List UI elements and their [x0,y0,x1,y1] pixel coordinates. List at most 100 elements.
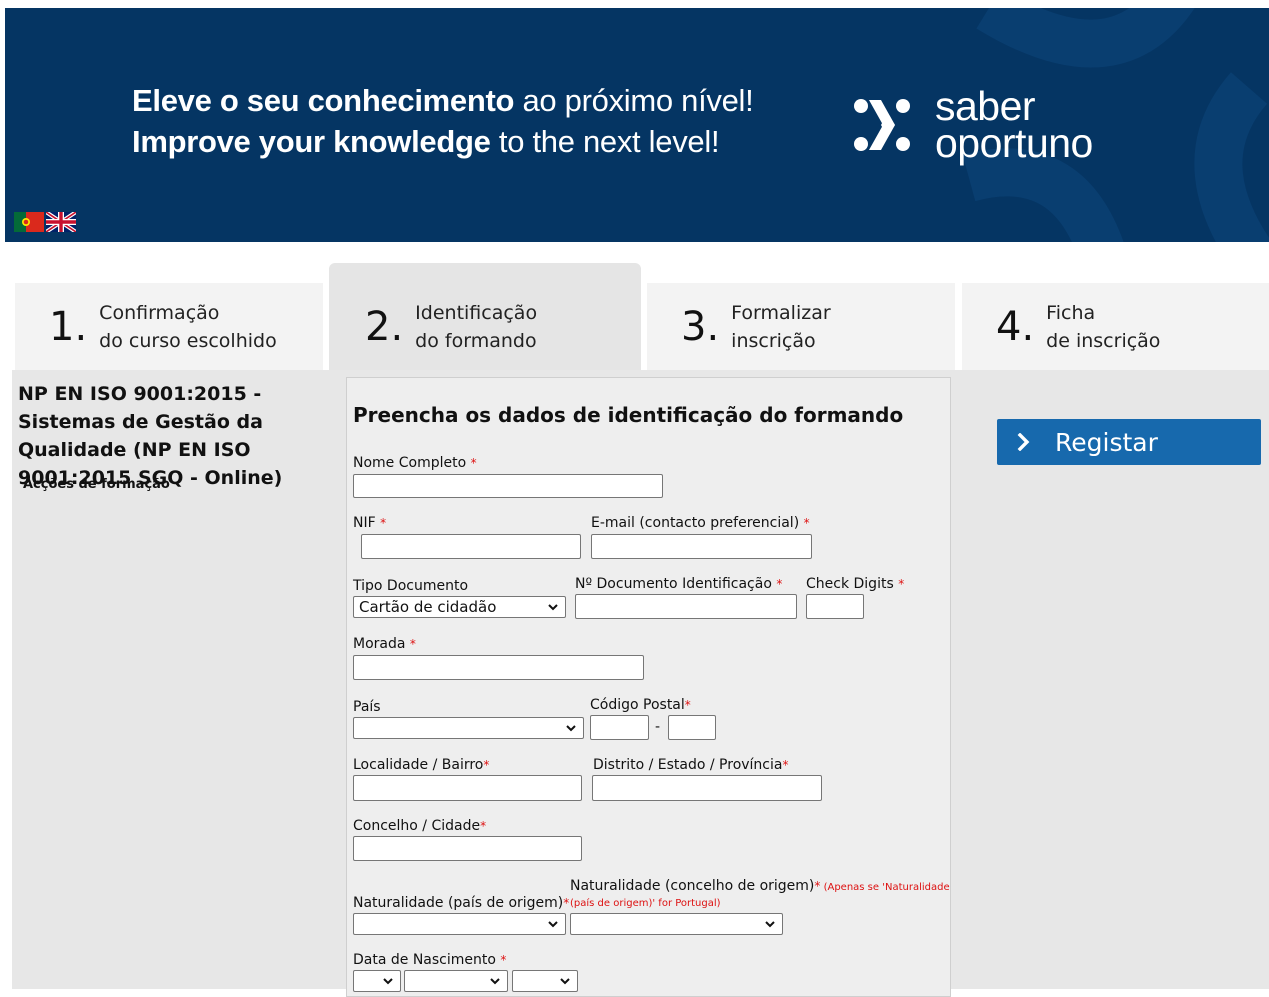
nome-label: Nome Completo * [353,455,477,471]
chevron-down-icon [548,921,558,928]
distrito-input[interactable] [592,775,822,801]
codigo-postal-part2-input[interactable] [668,715,716,740]
step-4-ficha[interactable]: 4. Ficha de inscrição [962,283,1269,370]
chevron-right-icon [1017,433,1030,451]
slogan-en-bold: Improve your knowledge [132,124,491,159]
data-nascimento-label-text: Data de Nascimento [353,952,496,968]
step-number: 4. [996,303,1035,350]
step-1-confirmacao[interactable]: 1. Confirmação do curso escolhido [15,283,323,370]
step-number: 2. [365,303,404,350]
concelho-input[interactable] [353,836,582,861]
registration-steps: 1. Confirmação do curso escolhido 2. Iden… [15,263,1269,370]
step-2-identificacao[interactable]: 2. Identificação do formando [329,263,641,370]
num-documento-label-text: Nº Documento Identificação [575,576,772,592]
logo-text-oportuno: oportuno [935,120,1093,166]
step-3-formalizar[interactable]: 3. Formalizar inscrição [647,283,955,370]
chevron-down-icon [566,725,576,732]
nif-label: NIF * [353,515,386,531]
concelho-label: Concelho / Cidade* [353,818,486,834]
step-label-line1: Confirmação [99,301,220,324]
email-input[interactable] [591,534,812,559]
registar-button-label: Registar [1055,427,1158,457]
required-mark: * [470,456,477,470]
pais-select[interactable] [353,717,584,739]
naturalidade-pais-select[interactable] [353,913,566,935]
num-documento-input[interactable] [575,594,797,619]
distrito-label-text: Distrito / Estado / Província [593,757,783,773]
header-banner: Eleve o seu conhecimento ao próximo níve… [5,8,1269,242]
codigo-postal-label: Código Postal* [590,697,691,713]
codigo-postal-separator: - [655,719,661,735]
pais-label: País [353,699,381,715]
naturalidade-note-line2: (país de origem)' for Portugal) [570,898,721,909]
nif-label-text: NIF [353,515,376,531]
tipo-documento-value: Cartão de cidadão [359,598,497,616]
required-mark: * [776,577,783,591]
concelho-label-text: Concelho / Cidade [353,818,481,834]
required-mark: * [803,516,810,530]
morada-input[interactable] [353,655,644,680]
naturalidade-concelho-label: Naturalidade (concelho de origem)* (Apen… [570,878,950,894]
step-label-line1: Formalizar [731,301,831,324]
check-digits-input[interactable] [806,594,864,619]
step-label-line2: do curso escolhido [99,329,277,352]
step-label-line2: do formando [415,329,537,352]
saber-oportuno-logo[interactable]: saber oportuno [851,86,1093,166]
codigo-postal-part1-input[interactable] [590,715,649,740]
chevron-down-icon [560,978,570,985]
step-number: 1. [49,303,88,350]
morada-label: Morada * [353,636,416,652]
slogan-en-rest: to the next level! [490,124,720,159]
codigo-postal-label-text: Código Postal [590,697,685,713]
email-label-text: E-mail (contacto preferencial) [591,515,800,531]
check-digits-label: Check Digits * [806,576,904,592]
nome-label-text: Nome Completo [353,455,467,471]
slogan-pt-rest: ao próximo nível! [514,83,754,118]
logo-mark-icon [854,99,910,151]
step-number: 3. [681,303,720,350]
language-switcher [14,212,76,232]
required-mark: * [483,758,490,772]
uk-flag-icon[interactable] [46,212,76,232]
portugal-flag-icon[interactable] [14,212,44,232]
morada-label-text: Morada [353,636,406,652]
chevron-down-icon [490,978,500,985]
check-digits-label-text: Check Digits [806,576,894,592]
chevron-down-icon [383,978,393,985]
required-mark: * [782,758,789,772]
step-label-line1: Ficha [1046,301,1096,324]
chevron-down-icon [548,604,558,611]
localidade-label-text: Localidade / Bairro [353,757,484,773]
localidade-label: Localidade / Bairro* [353,757,489,773]
acoes-formacao-link[interactable]: Acções de formação [23,477,170,492]
registar-button[interactable]: Registar [997,419,1261,465]
required-mark: * [563,896,570,910]
naturalidade-concelho-label-text: Naturalidade (concelho de origem) [570,878,815,894]
required-mark: * [898,577,905,591]
tipo-documento-select[interactable]: Cartão de cidadão [353,596,566,618]
email-label: E-mail (contacto preferencial) * [591,515,810,531]
data-nascimento-label: Data de Nascimento * [353,952,506,968]
required-mark: * [380,516,387,530]
required-mark: * [500,953,507,967]
nome-completo-input[interactable] [353,474,663,498]
naturalidade-concelho-select[interactable] [570,913,783,935]
num-documento-label: Nº Documento Identificação * [575,576,782,592]
nif-input[interactable] [361,534,581,559]
naturalidade-pais-label-text: Naturalidade (país de origem) [353,895,564,911]
required-mark: * [480,819,487,833]
course-title: NP EN ISO 9001:2015 - Sistemas de Gestão… [18,383,283,489]
required-mark: * [684,698,691,712]
form-title: Preencha os dados de identificação do fo… [353,403,904,427]
step-label-line2: inscrição [731,329,816,352]
localidade-input[interactable] [353,775,582,801]
banner-slogan: Eleve o seu conhecimento ao próximo níve… [132,80,754,162]
distrito-label: Distrito / Estado / Província* [593,757,788,773]
naturalidade-note-line1: (Apenas se 'Naturalidade [820,882,950,893]
naturalidade-pais-label: Naturalidade (país de origem)* [353,895,569,911]
step-label-line2: de inscrição [1046,329,1161,352]
required-mark: * [409,637,416,651]
step-label-line1: Identificação [415,301,538,324]
tipo-documento-label: Tipo Documento [353,578,469,594]
chevron-down-icon [765,921,775,928]
